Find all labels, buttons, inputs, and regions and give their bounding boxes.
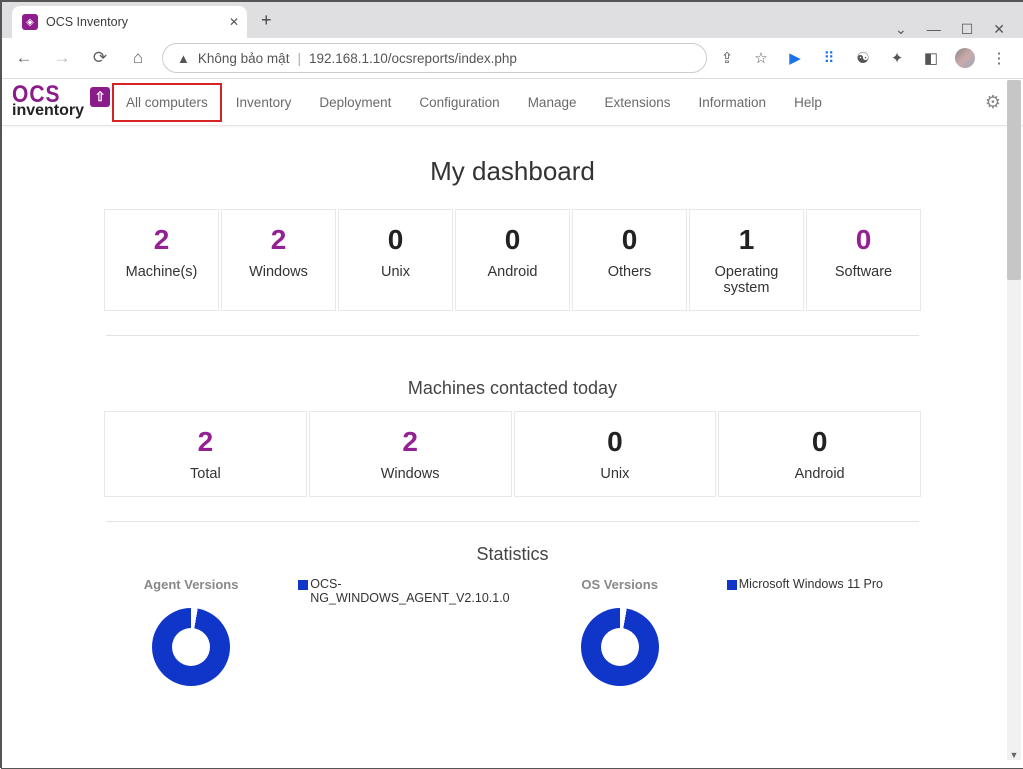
ext-play-icon[interactable]: ▶: [785, 48, 805, 68]
translate-icon[interactable]: ⠿: [819, 48, 839, 68]
os-versions-block: OS Versions: [513, 577, 727, 686]
card-unix[interactable]: 0 Unix: [338, 209, 453, 311]
url-text: 192.168.1.10/ocsreports/index.php: [309, 51, 517, 66]
chrome-menu-icon[interactable]: ⋮: [989, 48, 1009, 68]
card-others[interactable]: 0 Others: [572, 209, 687, 311]
page-content: My dashboard 2 Machine(s) 2 Windows 0 Un…: [2, 126, 1023, 730]
os-versions-label: OS Versions: [513, 577, 727, 592]
os-legend-text: Microsoft Windows 11 Pro: [739, 577, 883, 591]
agent-versions-label: Agent Versions: [84, 577, 298, 592]
page-title: My dashboard: [14, 156, 1011, 187]
os-versions-donut-chart[interactable]: [581, 608, 659, 686]
agent-legend-text: OCS-NG_WINDOWS_AGENT_V2.10.1.0: [310, 577, 509, 605]
legend-color-icon: [727, 580, 737, 590]
browser-toolbar: ← → ⟳ ⌂ ▲ Không bảo mật | 192.168.1.10/o…: [2, 38, 1023, 79]
close-tab-icon[interactable]: ✕: [229, 15, 239, 29]
profile-avatar[interactable]: [955, 48, 975, 68]
panel-icon[interactable]: ◧: [921, 48, 941, 68]
nav-information[interactable]: Information: [699, 95, 767, 110]
card-android[interactable]: 0 Android: [455, 209, 570, 311]
card-windows[interactable]: 2 Windows: [221, 209, 336, 311]
address-bar[interactable]: ▲ Không bảo mật | 192.168.1.10/ocsreport…: [162, 43, 707, 73]
bookmark-star-icon[interactable]: ☆: [751, 48, 771, 68]
home-button[interactable]: ⌂: [124, 48, 152, 68]
app-header: OCS inventory ⇧ All computers Inventory …: [2, 79, 1023, 126]
stats-title: Statistics: [14, 544, 1011, 565]
window-close-icon[interactable]: ✕: [993, 21, 1005, 38]
new-tab-button[interactable]: +: [261, 10, 272, 31]
card-os[interactable]: 1 Operating system: [689, 209, 804, 311]
tab-favicon-icon: [22, 14, 38, 30]
divider: [106, 335, 919, 336]
agent-versions-legend: OCS-NG_WINDOWS_AGENT_V2.10.1.0: [298, 577, 512, 686]
back-button[interactable]: ←: [10, 48, 38, 68]
browser-tab-active[interactable]: OCS Inventory ✕: [12, 6, 247, 38]
legend-color-icon: [298, 580, 308, 590]
tab-title: OCS Inventory: [46, 15, 128, 29]
nav-help[interactable]: Help: [794, 95, 822, 110]
window-dropdown-icon[interactable]: ⌄: [895, 21, 907, 38]
window-minimize-icon[interactable]: —: [927, 21, 941, 38]
vertical-scrollbar[interactable]: ▲ ▼: [1007, 80, 1021, 760]
agent-versions-donut-chart[interactable]: [152, 608, 230, 686]
agent-versions-block: Agent Versions: [84, 577, 298, 686]
card-machines[interactable]: 2 Machine(s): [104, 209, 219, 311]
os-versions-legend: Microsoft Windows 11 Pro: [727, 577, 941, 686]
main-nav: All computers Inventory Deployment Confi…: [126, 95, 822, 110]
nav-configuration[interactable]: Configuration: [419, 95, 499, 110]
nav-inventory[interactable]: Inventory: [236, 95, 292, 110]
logo-upload-icon: ⇧: [90, 87, 110, 107]
card-software[interactable]: 0 Software: [806, 209, 921, 311]
card-contacted-android[interactable]: 0 Android: [718, 411, 921, 497]
ocs-logo[interactable]: OCS inventory ⇧: [12, 86, 110, 117]
card-contacted-unix[interactable]: 0 Unix: [514, 411, 717, 497]
adblock-icon[interactable]: ☯: [853, 48, 873, 68]
scrollbar-thumb[interactable]: [1007, 80, 1021, 280]
extensions-icon[interactable]: ✦: [887, 48, 907, 68]
card-contacted-windows[interactable]: 2 Windows: [309, 411, 512, 497]
contacted-cards: 2 Total 2 Windows 0 Unix 0 Android: [104, 411, 921, 497]
browser-tabstrip: OCS Inventory ✕ + ⌄ — ☐ ✕: [2, 2, 1023, 38]
statistics-row: Agent Versions OCS-NG_WINDOWS_AGENT_V2.1…: [14, 577, 1011, 686]
forward-button[interactable]: →: [48, 48, 76, 68]
not-secure-label: Không bảo mật: [198, 51, 290, 66]
nav-extensions[interactable]: Extensions: [604, 95, 670, 110]
not-secure-icon: ▲: [177, 51, 190, 66]
scroll-down-icon[interactable]: ▼: [1007, 750, 1021, 760]
card-total[interactable]: 2 Total: [104, 411, 307, 497]
summary-cards: 2 Machine(s) 2 Windows 0 Unix 0 Android …: [104, 209, 921, 311]
share-icon[interactable]: ⇪: [717, 48, 737, 68]
settings-gear-icon[interactable]: ⚙: [985, 92, 1001, 113]
nav-manage[interactable]: Manage: [528, 95, 577, 110]
nav-deployment[interactable]: Deployment: [319, 95, 391, 110]
contacted-title: Machines contacted today: [14, 378, 1011, 399]
window-maximize-icon[interactable]: ☐: [961, 21, 974, 38]
divider-2: [106, 521, 919, 522]
reload-button[interactable]: ⟳: [86, 48, 114, 68]
nav-all-computers[interactable]: All computers: [112, 83, 222, 122]
